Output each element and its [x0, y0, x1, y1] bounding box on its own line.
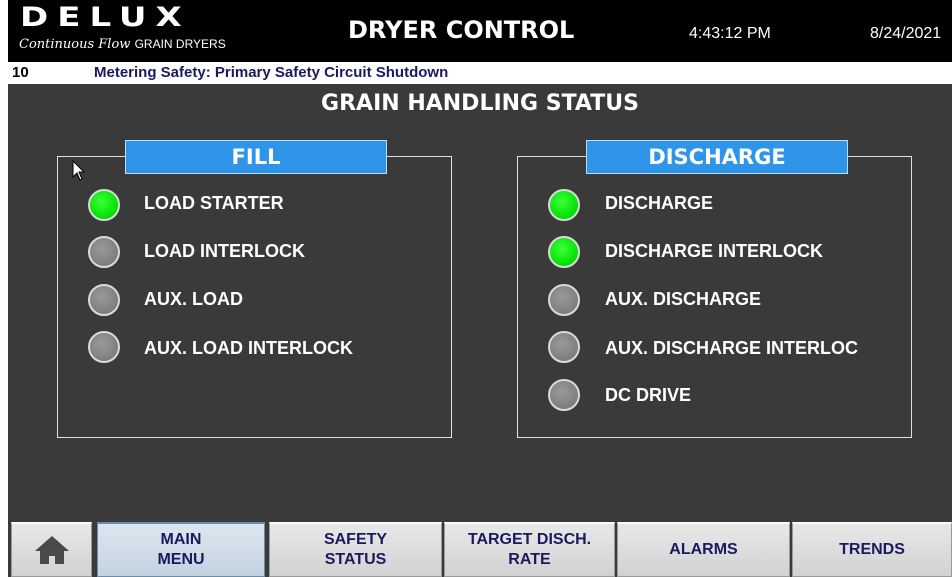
target-disch-rate-label-line2: RATE	[508, 551, 551, 568]
main-menu-button[interactable]: MAIN MENU	[97, 522, 265, 577]
aux-discharge-label: AUX. DISCHARGE	[605, 289, 762, 309]
home-icon	[34, 536, 69, 564]
logo: DELUX	[20, 2, 191, 34]
aux-load-interlock-label: AUX. LOAD INTERLOCK	[144, 338, 353, 358]
aux-discharge-interlock-indicator	[548, 331, 580, 363]
logo-tagline-script: Continuous Flow	[19, 37, 131, 52]
safety-status-label-line2: STATUS	[324, 551, 387, 568]
screen-title: DRYER CONTROL	[348, 16, 575, 44]
main-menu-label-line1: MAIN	[160, 531, 202, 548]
discharge-interlock-label: DISCHARGE INTERLOCK	[605, 241, 824, 261]
header: DELUX Continuous Flow GRAIN DRYERS DRYER…	[8, 0, 952, 62]
page-title: GRAIN HANDLING STATUS	[321, 91, 639, 116]
discharge-panel-label: DISCHARGE	[586, 140, 848, 174]
alarm-message: Metering Safety: Primary Safety Circuit …	[94, 64, 449, 81]
dc-drive-label: DC DRIVE	[605, 385, 692, 405]
load-starter-label: LOAD STARTER	[144, 193, 284, 213]
alarm-banner[interactable]: 10 Metering Safety: Primary Safety Circu…	[8, 62, 952, 84]
logo-tagline-caps: GRAIN DRYERS	[134, 37, 226, 51]
aux-load-indicator	[88, 284, 120, 316]
hmi-screen: DELUX Continuous Flow GRAIN DRYERS DRYER…	[8, 0, 952, 577]
logo-tagline: Continuous Flow GRAIN DRYERS	[19, 37, 226, 52]
alarms-label: ALARMS	[669, 541, 738, 558]
safety-status-label-line1: SAFETY	[323, 531, 388, 548]
main-menu-label-line2: MENU	[157, 551, 205, 568]
trends-button[interactable]: TRENDS	[792, 522, 952, 577]
target-disch-rate-label-line1: TARGET DISCH.	[467, 531, 592, 548]
safety-status-button[interactable]: SAFETY STATUS	[269, 522, 442, 577]
discharge-label: DISCHARGE	[605, 193, 714, 213]
home-button[interactable]	[11, 522, 92, 577]
load-interlock-label: LOAD INTERLOCK	[144, 241, 305, 261]
discharge-indicator	[548, 189, 580, 221]
dc-drive-indicator	[548, 379, 580, 411]
target-disch-rate-button[interactable]: TARGET DISCH. RATE	[444, 522, 615, 577]
fill-panel-label: FILL	[125, 140, 387, 174]
alarm-code: 10	[12, 64, 29, 81]
load-interlock-indicator	[88, 236, 120, 268]
alarms-button[interactable]: ALARMS	[617, 522, 790, 577]
aux-discharge-interlock-label: AUX. DISCHARGE INTERLOC	[605, 338, 859, 358]
mouse-cursor-icon	[72, 160, 86, 181]
aux-load-label: AUX. LOAD	[144, 289, 243, 309]
aux-discharge-indicator	[548, 284, 580, 316]
trends-label: TRENDS	[839, 541, 905, 558]
discharge-interlock-indicator	[548, 236, 580, 268]
clock-date: 8/24/2021	[870, 25, 942, 42]
clock-time: 4:43:12 PM	[689, 25, 771, 42]
load-starter-indicator	[88, 189, 120, 221]
aux-load-interlock-indicator	[88, 331, 120, 363]
